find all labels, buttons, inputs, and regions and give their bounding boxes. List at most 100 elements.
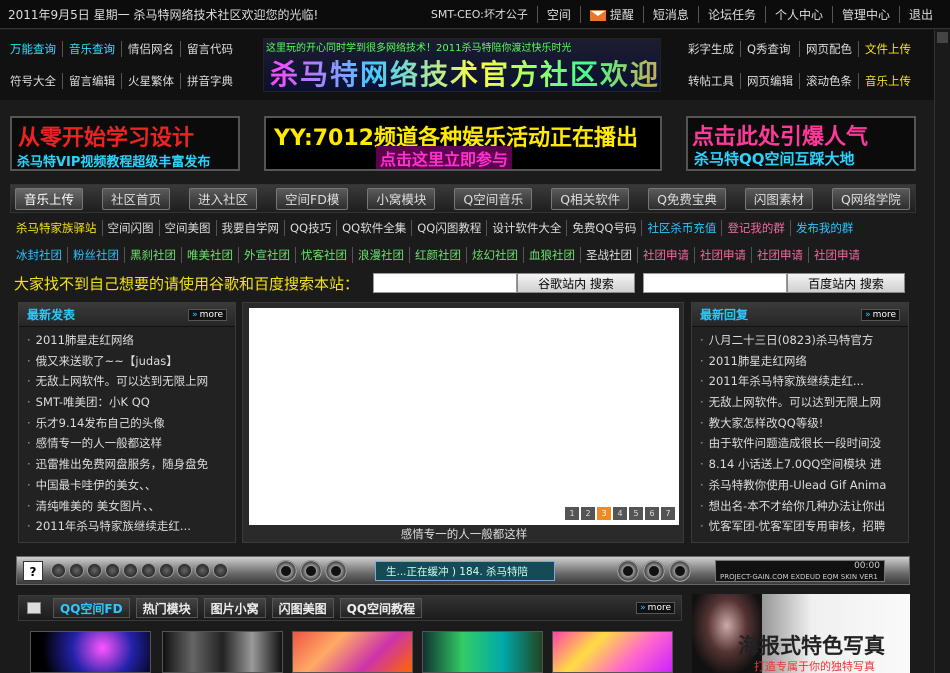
quick-link[interactable]: 网页配色 [799, 41, 858, 57]
list-item[interactable]: 感情专一的人一般都这样 [27, 433, 227, 454]
quick-link[interactable]: 情侣网名 [121, 41, 180, 57]
tab-picture-nest[interactable]: 图片小窝 [203, 598, 266, 618]
club-apply-link[interactable]: 社团申请 [808, 247, 865, 263]
link-item[interactable]: 发布我的群 [789, 220, 859, 236]
thumbnail[interactable] [552, 631, 673, 673]
play-icon[interactable] [69, 563, 84, 578]
quick-link[interactable]: 滚动色条 [799, 73, 858, 89]
ad-banner-design[interactable]: 从零开始学习设计 杀马特VIP视频教程超级丰富发布 [10, 116, 240, 171]
link-item[interactable]: QQ技巧 [284, 220, 336, 236]
quick-link[interactable]: 音乐查询 [62, 41, 121, 57]
shuffle-icon[interactable] [159, 563, 174, 578]
club-link[interactable]: 外宣社团 [238, 247, 295, 263]
slide-page-button[interactable]: 2 [581, 507, 595, 520]
list-item[interactable]: 迅雷推出免费网盘服务，随身盘免 [27, 454, 227, 475]
list-item[interactable]: 无敌上网软件。可以达到无限上网 [27, 371, 227, 392]
list-item[interactable]: 八月二十三日(0823)杀马特官方 [700, 330, 900, 351]
volume-up-icon[interactable] [213, 563, 228, 578]
quick-link[interactable]: 留言编辑 [62, 73, 121, 89]
link-item[interactable]: 空间美图 [158, 220, 216, 236]
quick-link[interactable]: 彩字生成 [682, 41, 740, 57]
tab-qq-tutorials[interactable]: QQ空间教程 [339, 598, 423, 618]
link-item[interactable]: QQ软件全集 [336, 220, 411, 236]
pause-icon[interactable] [87, 563, 102, 578]
google-search-input[interactable] [373, 273, 518, 293]
list-item[interactable]: SMT-唯美团：小K QQ [27, 392, 227, 413]
link-item[interactable]: 我要自学网 [215, 220, 285, 236]
quick-link[interactable]: 音乐上传 [858, 73, 917, 89]
admin-center-link[interactable]: 管理中心 [831, 5, 899, 23]
club-link[interactable]: 浪漫社团 [352, 247, 409, 263]
more-link[interactable]: more [861, 308, 900, 321]
more-link[interactable]: more [188, 308, 227, 321]
list-item[interactable]: 中国最卡哇伊的美女、、 [27, 475, 227, 496]
mute-icon[interactable] [177, 563, 192, 578]
nav-q-free[interactable]: Q免费宝典 [648, 187, 726, 210]
header-banner[interactable]: 这里玩的开心同时学到很多网络技术！2011杀马特陪你渡过快乐时光 杀马特网络技术… [263, 38, 661, 92]
tab-qq-space-fd[interactable]: QQ空间FD [53, 598, 130, 618]
club-link[interactable]: 冰封社团 [16, 247, 67, 263]
thumbnail[interactable] [422, 631, 543, 673]
slide-page-button[interactable]: 7 [661, 507, 675, 520]
scroll-up-icon[interactable] [937, 32, 948, 43]
link-item[interactable]: 免费QQ号码 [566, 220, 641, 236]
nav-q-academy[interactable]: Q网络学院 [831, 187, 910, 210]
google-search-button[interactable]: 谷歌站内 搜索 [517, 273, 636, 293]
ad-banner-yy[interactable]: YY:7012频道各种娱乐活动正在播出 点击这里立即参与 [264, 116, 662, 171]
user-name-link[interactable]: SMT-CEO:坏才公子 [422, 6, 537, 22]
link-item[interactable]: 空间闪图 [101, 220, 159, 236]
list-item[interactable]: 教大家怎样改QQ等级! [700, 413, 900, 434]
list-item[interactable]: 2011年杀马特家族继续走红... [27, 516, 227, 537]
slide-page-button[interactable]: 4 [613, 507, 627, 520]
nav-nest-module[interactable]: 小窝模块 [367, 187, 436, 210]
slide-page-button-active[interactable]: 3 [597, 507, 611, 520]
nav-home[interactable]: 社区首页 [102, 187, 171, 210]
list-item[interactable]: 乐才9.14发布自己的头像 [27, 413, 227, 434]
club-link[interactable]: 炫幻社团 [466, 247, 523, 263]
club-apply-link[interactable]: 社团申请 [694, 247, 751, 263]
quick-link[interactable]: 网页编辑 [740, 73, 799, 89]
space-link[interactable]: 空间 [536, 5, 580, 23]
next-icon[interactable] [123, 563, 138, 578]
thumbnail[interactable] [30, 631, 151, 673]
logout-link[interactable]: 退出 [898, 5, 942, 23]
slide-page-button[interactable]: 1 [565, 507, 579, 520]
tab-hot-modules[interactable]: 热门模块 [135, 598, 198, 618]
list-item[interactable]: 8.14 小话送上7.0QQ空间模块 进 [700, 454, 900, 475]
page-scrollbar[interactable] [934, 30, 950, 673]
quick-link[interactable]: Q秀查询 [740, 41, 799, 57]
nav-space-fd[interactable]: 空间FD模 [276, 187, 349, 210]
list-item[interactable]: 2011年杀马特家族继续走红... [700, 371, 900, 392]
club-apply-link[interactable]: 社团申请 [751, 247, 808, 263]
quick-link[interactable]: 拼音字典 [180, 73, 239, 89]
tasks-link[interactable]: 论坛任务 [697, 5, 765, 23]
club-link[interactable]: 红颜社团 [409, 247, 466, 263]
baidu-search-button[interactable]: 百度站内 搜索 [787, 273, 906, 293]
more-link[interactable]: more [636, 602, 675, 614]
quick-link[interactable]: 文件上传 [858, 41, 917, 57]
club-link[interactable]: 黑刹社团 [124, 247, 181, 263]
slide-image[interactable] [249, 308, 679, 525]
prev-icon[interactable] [51, 563, 66, 578]
baidu-search-input[interactable] [643, 273, 788, 293]
slide-page-button[interactable]: 5 [629, 507, 643, 520]
quick-link[interactable]: 万能查询 [4, 41, 62, 57]
club-link[interactable]: 血狼社团 [523, 247, 580, 263]
list-item[interactable]: 由于软件问题造成很长一段时间没 [700, 433, 900, 454]
club-link[interactable]: 粉丝社团 [67, 247, 124, 263]
thumbnail[interactable] [292, 631, 413, 673]
list-item[interactable]: 忧客军团-忧客军团专用审核，招聘 [700, 516, 900, 537]
poster-ad[interactable]: 海报式特色写真 打造专属于你的独特写真 [692, 594, 910, 673]
nav-q-music[interactable]: Q空间音乐 [454, 187, 533, 210]
quick-link[interactable]: 转帖工具 [682, 73, 740, 89]
slide-caption[interactable]: 感情专一的人一般都这样 [243, 526, 685, 542]
club-link[interactable]: 忧客社团 [295, 247, 352, 263]
stop-icon[interactable] [105, 563, 120, 578]
club-link[interactable]: 唯美社团 [181, 247, 238, 263]
list-item[interactable]: 无敌上网软件。可以达到无限上网 [700, 392, 900, 413]
nav-q-software[interactable]: Q相关软件 [551, 187, 630, 210]
club-apply-link[interactable]: 社团申请 [637, 247, 694, 263]
tab-flash-images[interactable]: 闪图美图 [271, 598, 334, 618]
slide-page-button[interactable]: 6 [645, 507, 659, 520]
link-item[interactable]: 设计软件大全 [486, 220, 566, 236]
